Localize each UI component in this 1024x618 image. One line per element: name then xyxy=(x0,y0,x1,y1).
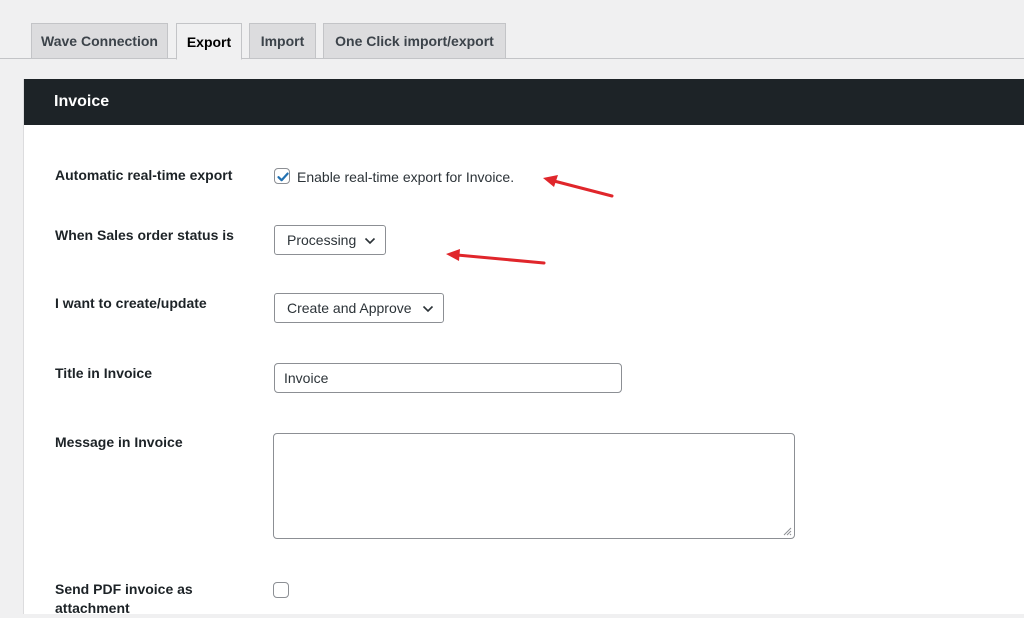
invoice-title-label: Title in Invoice xyxy=(55,365,152,381)
create-update-select[interactable]: Create and Approve xyxy=(274,293,444,323)
chevron-down-icon xyxy=(422,305,434,313)
tab-wave-connection[interactable]: Wave Connection xyxy=(31,23,168,59)
chevron-down-icon xyxy=(364,237,376,245)
pdf-attachment-checkbox[interactable] xyxy=(273,582,289,598)
annotation-arrow-icon xyxy=(543,175,614,198)
tab-export[interactable]: Export xyxy=(176,23,242,60)
invoice-message-label: Message in Invoice xyxy=(55,434,183,450)
tab-bar: Wave Connection Export Import One Click … xyxy=(0,0,1024,60)
annotation-arrow-icon xyxy=(446,249,546,265)
realtime-export-checkbox[interactable] xyxy=(274,168,290,184)
order-status-label: When Sales order status is xyxy=(55,227,234,243)
checkmark-icon xyxy=(277,172,289,182)
invoice-settings-panel: Invoice Automatic real-time export Enabl… xyxy=(23,79,1024,616)
create-update-label: I want to create/update xyxy=(55,295,207,311)
pdf-attachment-label: Send PDF invoice as attachment xyxy=(55,581,193,616)
panel-title: Invoice xyxy=(24,79,1024,125)
invoice-title-value: Invoice xyxy=(284,370,329,386)
realtime-export-checkbox-label[interactable]: Enable real-time export for Invoice. xyxy=(297,169,514,185)
realtime-export-label: Automatic real-time export xyxy=(55,167,233,183)
invoice-message-textarea[interactable] xyxy=(273,433,795,539)
tab-one-click-import-export[interactable]: One Click import/export xyxy=(323,23,506,59)
create-update-selected-value: Create and Approve xyxy=(287,300,412,316)
invoice-title-input[interactable]: Invoice xyxy=(274,363,622,393)
resize-grip-icon[interactable] xyxy=(782,526,792,536)
order-status-selected-value: Processing xyxy=(287,232,357,248)
tab-import[interactable]: Import xyxy=(249,23,316,59)
order-status-select[interactable]: Processing xyxy=(274,225,386,255)
